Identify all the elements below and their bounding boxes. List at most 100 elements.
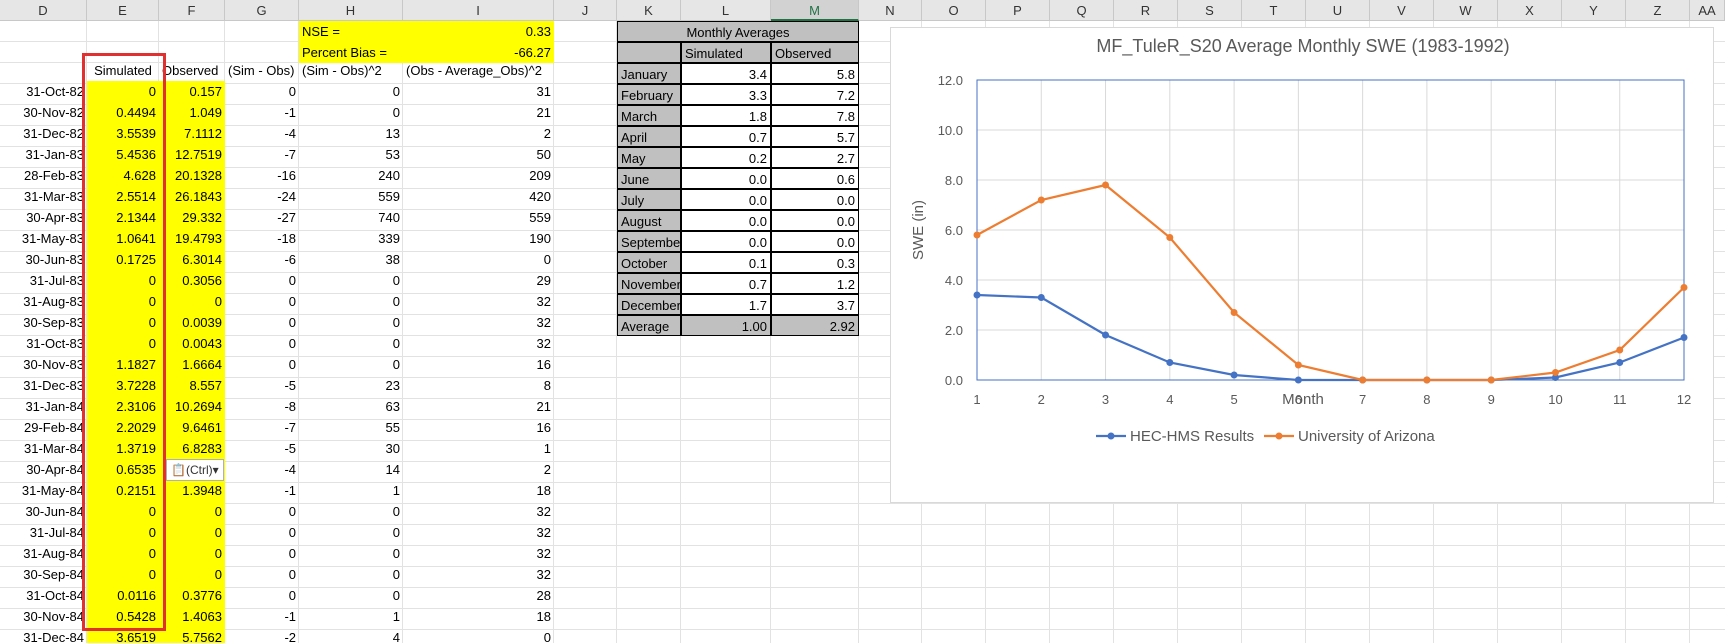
obs-sq-cell[interactable]: 16 [403, 417, 554, 438]
observed-cell[interactable]: 0.3056 [159, 270, 225, 291]
diff-sq-cell[interactable]: 339 [299, 228, 403, 249]
date-cell[interactable]: 31-Jul-83 [0, 270, 87, 291]
column-header-o[interactable]: O [922, 0, 986, 21]
column-header-u[interactable]: U [1306, 0, 1370, 21]
observed-cell[interactable]: 0 [159, 522, 225, 543]
date-cell[interactable]: 30-Sep-84 [0, 564, 87, 585]
diff-cell[interactable]: -5 [225, 375, 299, 396]
column-header-w[interactable]: W [1434, 0, 1498, 21]
monthly-month-label[interactable]: December [617, 294, 681, 315]
diff-sq-cell[interactable]: 1 [299, 606, 403, 627]
diff-sq-cell[interactable]: 0 [299, 333, 403, 354]
diff-sq-cell[interactable]: 63 [299, 396, 403, 417]
diff-sq-cell[interactable]: 0 [299, 312, 403, 333]
diff-cell[interactable]: 0 [225, 333, 299, 354]
observed-cell[interactable]: 0 [159, 501, 225, 522]
monthly-observed-value[interactable]: 1.2 [771, 273, 859, 294]
diff-cell[interactable]: 0 [225, 543, 299, 564]
observed-cell[interactable]: 1.3948 [159, 480, 225, 501]
date-cell[interactable]: 30-Nov-83 [0, 354, 87, 375]
obs-sq-cell[interactable]: 1 [403, 438, 554, 459]
column-header-x[interactable]: X [1498, 0, 1562, 21]
date-cell[interactable]: 31-Mar-84 [0, 438, 87, 459]
monthly-observed-value[interactable]: 5.7 [771, 126, 859, 147]
column-header-p[interactable]: P [986, 0, 1050, 21]
monthly-average-label[interactable]: Average [617, 315, 681, 336]
header-diff[interactable]: (Sim - Obs) [225, 60, 299, 81]
diff-cell[interactable]: -7 [225, 417, 299, 438]
obs-sq-cell[interactable]: 31 [403, 81, 554, 102]
obs-sq-cell[interactable]: 32 [403, 522, 554, 543]
nse-label[interactable]: NSE = [299, 21, 403, 42]
obs-sq-cell[interactable]: 29 [403, 270, 554, 291]
observed-cell[interactable]: 0.0043 [159, 333, 225, 354]
column-header-i[interactable]: I [403, 0, 554, 21]
simulated-cell[interactable]: 0.2151 [87, 480, 159, 501]
observed-cell[interactable]: 0 [159, 291, 225, 312]
observed-cell[interactable]: 20.1328 [159, 165, 225, 186]
diff-sq-cell[interactable]: 4 [299, 627, 403, 643]
diff-cell[interactable]: -16 [225, 165, 299, 186]
monthly-average-simulated[interactable]: 1.00 [681, 315, 771, 336]
simulated-cell[interactable]: 0.1725 [87, 249, 159, 270]
obs-sq-cell[interactable]: 16 [403, 354, 554, 375]
obs-sq-cell[interactable]: 32 [403, 501, 554, 522]
observed-cell[interactable]: 19.4793 [159, 228, 225, 249]
monthly-simulated-value[interactable]: 0.2 [681, 147, 771, 168]
monthly-title[interactable]: Monthly Averages [617, 21, 859, 42]
observed-cell[interactable]: 5.7562 [159, 627, 225, 643]
column-header-e[interactable]: E [87, 0, 159, 21]
diff-sq-cell[interactable]: 0 [299, 270, 403, 291]
date-cell[interactable]: 30-Jun-83 [0, 249, 87, 270]
observed-cell[interactable]: 6.8283 [159, 438, 225, 459]
observed-cell[interactable]: 10.2694 [159, 396, 225, 417]
date-cell[interactable]: 28-Feb-83 [0, 165, 87, 186]
diff-sq-cell[interactable]: 240 [299, 165, 403, 186]
simulated-cell[interactable]: 0.4494 [87, 102, 159, 123]
simulated-cell[interactable]: 2.3106 [87, 396, 159, 417]
observed-cell[interactable]: 0.0039 [159, 312, 225, 333]
obs-sq-cell[interactable]: 0 [403, 627, 554, 643]
diff-cell[interactable]: 0 [225, 522, 299, 543]
obs-sq-cell[interactable]: 32 [403, 564, 554, 585]
simulated-cell[interactable]: 0.5428 [87, 606, 159, 627]
monthly-month-label[interactable]: March [617, 105, 681, 126]
monthly-month-label[interactable]: January [617, 63, 681, 84]
obs-sq-cell[interactable]: 209 [403, 165, 554, 186]
diff-cell[interactable]: 0 [225, 291, 299, 312]
monthly-month-label[interactable]: August [617, 210, 681, 231]
date-cell[interactable]: 31-Oct-82 [0, 81, 87, 102]
observed-cell[interactable]: 7.1112 [159, 123, 225, 144]
monthly-simulated-value[interactable]: 1.8 [681, 105, 771, 126]
simulated-cell[interactable]: 3.7228 [87, 375, 159, 396]
observed-cell[interactable]: 0 [159, 564, 225, 585]
monthly-simulated-value[interactable]: 0.0 [681, 231, 771, 252]
diff-sq-cell[interactable]: 1 [299, 480, 403, 501]
monthly-simulated-value[interactable]: 0.7 [681, 273, 771, 294]
swe-chart[interactable]: 0.0 2.0 4.0 6.0 8.0 10.0 12.0 1 2 3 4 5 6 7 8 9 10 11 12 MF… [890, 27, 1714, 503]
obs-sq-cell[interactable]: 559 [403, 207, 554, 228]
column-header-g[interactable]: G [225, 0, 299, 21]
diff-cell[interactable]: -8 [225, 396, 299, 417]
simulated-cell[interactable]: 2.1344 [87, 207, 159, 228]
monthly-month-label[interactable]: May [617, 147, 681, 168]
diff-cell[interactable]: 0 [225, 312, 299, 333]
obs-sq-cell[interactable]: 50 [403, 144, 554, 165]
obs-sq-cell[interactable]: 8 [403, 375, 554, 396]
monthly-observed-value[interactable]: 0.0 [771, 210, 859, 231]
diff-cell[interactable]: -4 [225, 459, 299, 480]
observed-cell[interactable]: 0.3776 [159, 585, 225, 606]
column-header-s[interactable]: S [1178, 0, 1242, 21]
column-header-v[interactable]: V [1370, 0, 1434, 21]
obs-sq-cell[interactable]: 28 [403, 585, 554, 606]
observed-cell[interactable]: 12.7519 [159, 144, 225, 165]
simulated-cell[interactable]: 3.5539 [87, 123, 159, 144]
diff-sq-cell[interactable]: 0 [299, 81, 403, 102]
column-header-t[interactable]: T [1242, 0, 1306, 21]
diff-cell[interactable]: -27 [225, 207, 299, 228]
diff-cell[interactable]: 0 [225, 354, 299, 375]
observed-cell[interactable]: 0 [159, 543, 225, 564]
date-cell[interactable]: 31-Jan-83 [0, 144, 87, 165]
monthly-simulated-value[interactable]: 0.0 [681, 189, 771, 210]
diff-cell[interactable]: -1 [225, 102, 299, 123]
